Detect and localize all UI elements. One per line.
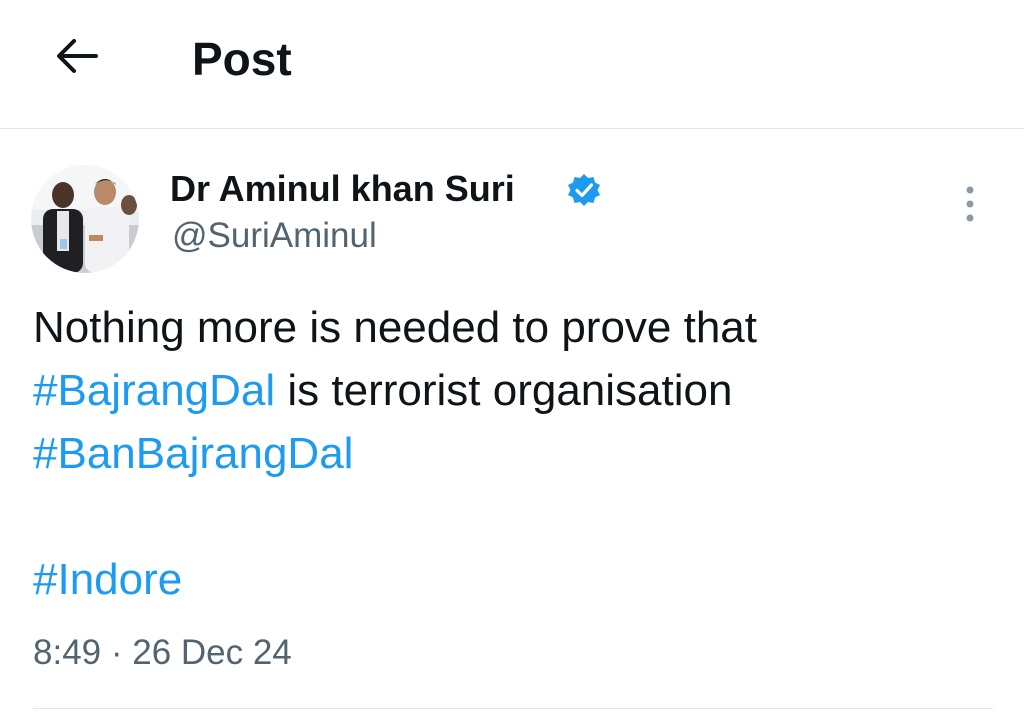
tweet-text: Nothing more is needed to prove that #Ba…	[33, 296, 993, 611]
divider	[33, 708, 993, 709]
hashtag-link[interactable]: #Indore	[33, 555, 182, 604]
tweet-text-line: #Indore	[33, 548, 993, 611]
tweet-text-line: #BajrangDal is terrorist organisation	[33, 359, 993, 422]
tweet-text-fragment: is terrorist organisation	[275, 366, 733, 415]
tweet-text-line: #BanBajrangDal	[33, 422, 993, 485]
arrow-left-icon	[52, 32, 100, 85]
author-name[interactable]: Dr Aminul khan Suri	[170, 166, 515, 212]
tweet-timestamp[interactable]: 8:49 · 26 Dec 24	[33, 630, 292, 676]
hashtag-link[interactable]: #BajrangDal	[33, 366, 275, 415]
tweet-text-line: Nothing more is needed to prove that	[33, 303, 758, 352]
back-button[interactable]	[40, 22, 112, 94]
post-page: Post Dr Aminul khan Suri @SuriAminul Not…	[0, 0, 1024, 716]
more-options-button[interactable]	[948, 180, 992, 232]
more-vertical-icon	[963, 184, 977, 229]
page-title: Post	[192, 33, 292, 85]
verified-badge-icon	[566, 172, 602, 208]
hashtag-link[interactable]: #BanBajrangDal	[33, 429, 353, 478]
avatar[interactable]	[31, 165, 139, 273]
author-handle[interactable]: @SuriAminul	[172, 214, 377, 258]
top-app-bar: Post	[0, 0, 1024, 129]
